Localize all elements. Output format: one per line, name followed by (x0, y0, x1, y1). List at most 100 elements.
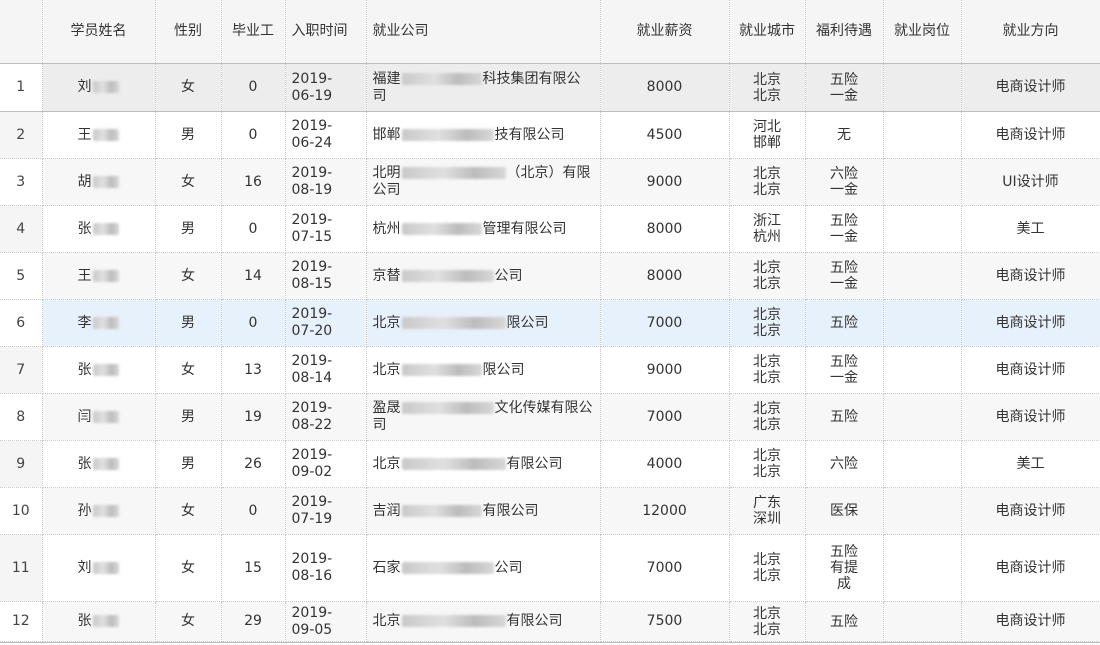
welfare-cell[interactable]: 五险 一金 (805, 205, 884, 253)
direction-cell[interactable]: 电商设计师 (961, 346, 1100, 394)
company-cell[interactable]: 北京 限公司 (366, 299, 601, 347)
years-cell[interactable]: 0 (221, 63, 286, 112)
row-number[interactable]: 1 (0, 63, 43, 112)
direction-cell[interactable]: 电商设计师 (961, 601, 1100, 642)
table-row[interactable]: 8 闫男 19 2019- 08-22 盈晟 文化传媒有限公司 7000 北京 北京 五险 电商设计师 (0, 393, 1100, 441)
company-cell[interactable]: 杭州 管理有限公司 (366, 205, 601, 253)
col-header-company[interactable]: 就业公司 (366, 0, 601, 64)
student-name-cell[interactable]: 张 (42, 346, 156, 394)
hire-date-cell[interactable]: 2019- 06-19 (285, 63, 367, 112)
student-name-cell[interactable]: 张 (42, 205, 156, 253)
table-row[interactable]: 2 王男 0 2019- 06-24 邯郸 技有限公司 4500 河北 邯郸无电商设计师 (0, 111, 1100, 159)
student-name-cell[interactable]: 闫 (42, 393, 156, 441)
city-cell[interactable]: 北京 北京 (729, 601, 806, 642)
row-number[interactable]: 12 (0, 601, 43, 642)
position-cell[interactable] (883, 346, 962, 394)
welfare-cell[interactable]: 五险 有提成 (805, 534, 884, 602)
welfare-cell[interactable]: 五险 一金 (805, 252, 884, 300)
row-number[interactable]: 5 (0, 252, 43, 300)
position-cell[interactable] (883, 440, 962, 488)
position-cell[interactable] (883, 534, 962, 602)
years-cell[interactable]: 13 (221, 346, 286, 394)
direction-cell[interactable]: 电商设计师 (961, 487, 1100, 535)
student-name-cell[interactable]: 孙 (42, 487, 156, 535)
row-number[interactable]: 10 (0, 487, 43, 535)
position-cell[interactable] (883, 601, 962, 642)
gender-cell[interactable]: 女 (155, 487, 222, 535)
city-cell[interactable]: 广东 深圳 (729, 487, 806, 535)
position-cell[interactable] (883, 158, 962, 206)
row-number[interactable]: 2 (0, 111, 43, 159)
years-cell[interactable]: 19 (221, 393, 286, 441)
student-name-cell[interactable]: 刘 (42, 63, 156, 112)
city-cell[interactable]: 浙江 杭州 (729, 205, 806, 253)
student-name-cell[interactable]: 胡 (42, 158, 156, 206)
salary-cell[interactable]: 9000 (600, 158, 730, 206)
welfare-cell[interactable]: 五险 (805, 601, 884, 642)
years-cell[interactable]: 14 (221, 252, 286, 300)
corner-cell[interactable] (0, 0, 43, 64)
years-cell[interactable]: 0 (221, 487, 286, 535)
position-cell[interactable] (883, 111, 962, 159)
student-name-cell[interactable]: 刘 (42, 534, 156, 602)
table-row[interactable]: 7 张女 13 2019- 08-14 北京 限公司 9000 北京 北京 五险 一金 电商设计师 (0, 346, 1100, 394)
company-cell[interactable]: 邯郸 技有限公司 (366, 111, 601, 159)
city-cell[interactable]: 北京 北京 (729, 440, 806, 488)
gender-cell[interactable]: 女 (155, 601, 222, 642)
salary-cell[interactable]: 4000 (600, 440, 730, 488)
city-cell[interactable]: 北京 北京 (729, 534, 806, 602)
table-row[interactable]: 10 孙女 0 2019- 07-19 吉润 有限公司 12000 广东 深圳 医保 电商设计师 (0, 487, 1100, 535)
salary-cell[interactable]: 8000 (600, 205, 730, 253)
gender-cell[interactable]: 男 (155, 393, 222, 441)
company-cell[interactable]: 石家 公司 (366, 534, 601, 602)
welfare-cell[interactable]: 五险 (805, 299, 884, 347)
position-cell[interactable] (883, 63, 962, 112)
table-row[interactable]: 9 张男 26 2019- 09-02 北京 有限公司 4000 北京 北京 六险 美工 (0, 440, 1100, 488)
table-row[interactable]: 12 张女 29 2019- 09-05 北京 有限公司 7500 北京 北京 五险 电商设计师 (0, 601, 1100, 642)
direction-cell[interactable]: 电商设计师 (961, 393, 1100, 441)
row-number[interactable]: 4 (0, 205, 43, 253)
salary-cell[interactable]: 7500 (600, 601, 730, 642)
col-header-city[interactable]: 就业城市 (729, 0, 806, 64)
student-name-cell[interactable]: 王 (42, 252, 156, 300)
gender-cell[interactable]: 女 (155, 63, 222, 112)
salary-cell[interactable]: 8000 (600, 63, 730, 112)
hire-date-cell[interactable]: 2019- 08-19 (285, 158, 367, 206)
company-cell[interactable]: 福建 科技集团有限公司 (366, 63, 601, 112)
col-header-years[interactable]: 毕业工 (221, 0, 286, 64)
gender-cell[interactable]: 男 (155, 299, 222, 347)
hire-date-cell[interactable]: 2019- 08-16 (285, 534, 367, 602)
welfare-cell[interactable]: 无 (805, 111, 884, 159)
company-cell[interactable]: 北京 有限公司 (366, 601, 601, 642)
gender-cell[interactable]: 男 (155, 205, 222, 253)
col-header-gender[interactable]: 性别 (155, 0, 222, 64)
years-cell[interactable]: 0 (221, 205, 286, 253)
direction-cell[interactable]: 电商设计师 (961, 63, 1100, 112)
hire-date-cell[interactable]: 2019- 07-15 (285, 205, 367, 253)
company-cell[interactable]: 盈晟 文化传媒有限公司 (366, 393, 601, 441)
gender-cell[interactable]: 女 (155, 158, 222, 206)
position-cell[interactable] (883, 252, 962, 300)
city-cell[interactable]: 北京 北京 (729, 63, 806, 112)
company-cell[interactable]: 京替 公司 (366, 252, 601, 300)
hire-date-cell[interactable]: 2019- 09-02 (285, 440, 367, 488)
direction-cell[interactable]: 电商设计师 (961, 534, 1100, 602)
student-name-cell[interactable]: 张 (42, 440, 156, 488)
years-cell[interactable]: 0 (221, 299, 286, 347)
row-number[interactable]: 3 (0, 158, 43, 206)
city-cell[interactable]: 北京 北京 (729, 393, 806, 441)
direction-cell[interactable]: UI设计师 (961, 158, 1100, 206)
table-row[interactable]: 3 胡女 16 2019- 08-19 北明 （北京）有限公司 9000 北京 北京 六险 一金 UI设… (0, 158, 1100, 206)
position-cell[interactable] (883, 487, 962, 535)
col-header-welfare[interactable]: 福利待遇 (805, 0, 884, 64)
salary-cell[interactable]: 7000 (600, 393, 730, 441)
col-header-hire-date[interactable]: 入职时间 (285, 0, 367, 64)
row-number[interactable]: 8 (0, 393, 43, 441)
direction-cell[interactable]: 电商设计师 (961, 111, 1100, 159)
gender-cell[interactable]: 男 (155, 440, 222, 488)
student-name-cell[interactable]: 王 (42, 111, 156, 159)
direction-cell[interactable]: 美工 (961, 205, 1100, 253)
years-cell[interactable]: 15 (221, 534, 286, 602)
direction-cell[interactable]: 美工 (961, 440, 1100, 488)
company-cell[interactable]: 吉润 有限公司 (366, 487, 601, 535)
